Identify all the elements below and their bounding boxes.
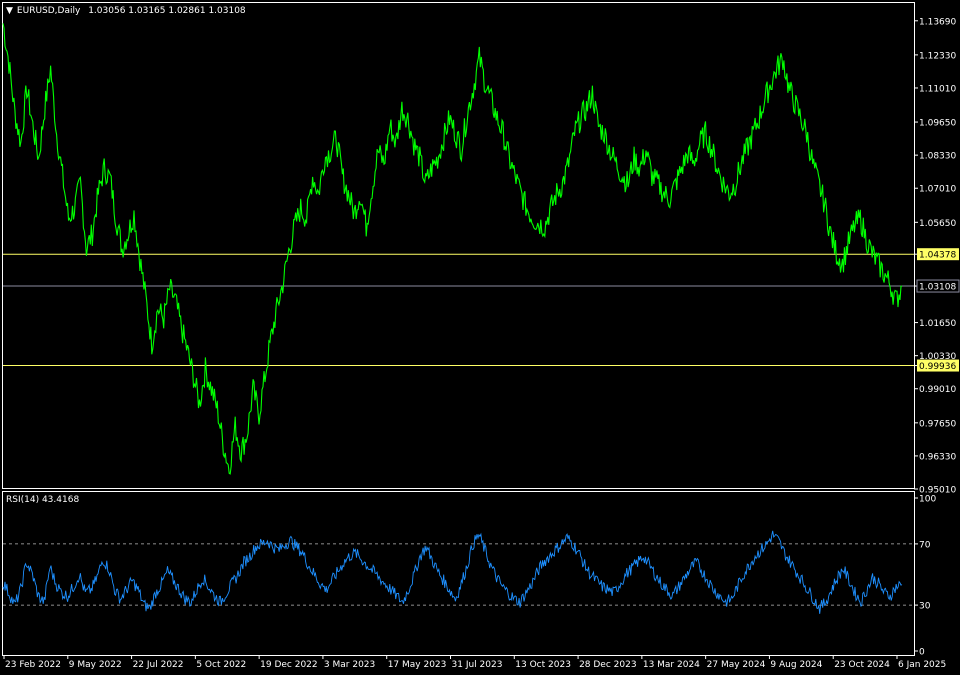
price-tick-label: 0.96330 [919,452,956,462]
price-tick-label: 1.08330 [919,152,956,162]
rsi-header: RSI(14) 43.4168 [6,495,80,505]
price-tick-label: 1.11010 [919,84,956,94]
time-tick-label: 22 Jul 2022 [133,660,184,670]
price-tick-label: 0.97650 [919,419,956,429]
time-tick-label: 23 Oct 2024 [834,660,890,670]
time-tick-label: 6 Jan 2025 [898,660,946,670]
time-tick-label: 17 May 2023 [388,660,447,670]
price-tick-label: 1.05650 [919,219,956,229]
price-tick-label: 0.99936 [919,362,956,372]
price-axis: 1.13690 1.12330 1.11010 1.09650 1.08330 1.070… [914,17,960,496]
price-tick-label: 1.01650 [919,319,956,329]
price-tick-label: 1.09650 [919,119,956,129]
time-tick-label: 27 May 2024 [707,660,766,670]
time-tick-label: 23 Feb 2022 [5,660,61,670]
price-tick-label: 1.04378 [919,251,956,261]
chart-canvas: 1.13690 1.12330 1.11010 1.09650 1.08330 1.070… [0,0,960,675]
time-tick-label: 13 Mar 2024 [643,660,700,670]
price-tick-label: 1.07010 [919,185,956,195]
time-tick-label: 9 May 2022 [69,660,122,670]
time-tick-label: 9 Aug 2024 [770,660,822,670]
time-tick-label: 5 Oct 2022 [196,660,246,670]
price-tick-label: 1.13690 [919,17,956,27]
time-tick-label: 31 Jul 2023 [452,660,503,670]
ohlc-values: 1.03056 1.03165 1.02861 1.03108 [88,6,246,16]
rsi-tick-label: 100 [919,495,936,505]
price-tick-label: 1.03108 [919,283,956,293]
time-tick-label: 3 Mar 2023 [324,660,375,670]
chart-header[interactable]: ▼ EURUSD,Daily 1.03056 1.03165 1.02861 1.… [6,6,246,16]
time-tick-label: 19 Dec 2022 [260,660,318,670]
rsi-tick-label: 70 [919,540,931,550]
time-tick-label: 13 Oct 2023 [515,660,571,670]
symbol-label: EURUSD,Daily [16,6,81,16]
rsi-tick-label: 0 [919,648,925,658]
time-tick-label: 28 Dec 2023 [579,660,637,670]
price-tick-label: 0.99010 [919,385,956,395]
caret-down-icon[interactable]: ▼ [6,6,13,16]
price-tick-label: 1.12330 [919,51,956,61]
rsi-tick-label: 30 [919,602,931,612]
